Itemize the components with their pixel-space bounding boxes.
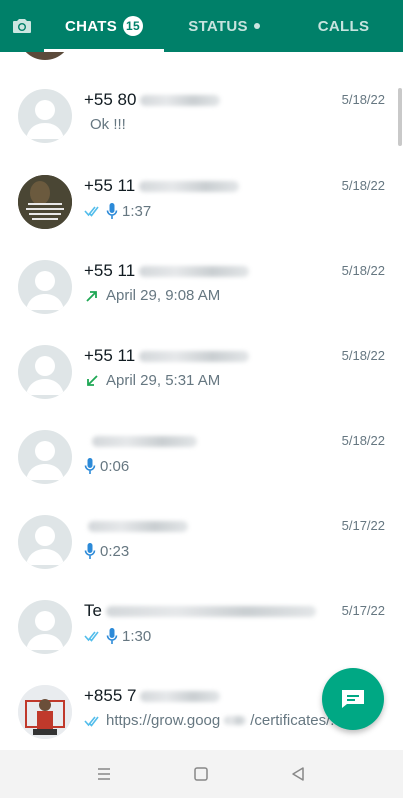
new-chat-icon bbox=[342, 690, 364, 708]
contact-name: +855 7 bbox=[84, 686, 221, 706]
chat-row[interactable]: +55 80 5/18/22 Ok !!! bbox=[0, 74, 403, 159]
microphone-icon bbox=[84, 543, 96, 559]
microphone-icon bbox=[106, 628, 118, 644]
contact-name: +55 11 bbox=[84, 176, 240, 196]
contact-name: +55 11 bbox=[84, 261, 250, 281]
chat-date: 5/18/22 bbox=[341, 263, 385, 278]
chat-date: 5/17/22 bbox=[341, 518, 385, 533]
chat-row[interactable]: +55 11 5/18/22 1:37 bbox=[0, 160, 403, 245]
default-avatar-icon bbox=[18, 600, 72, 654]
avatar bbox=[18, 175, 72, 229]
chat-row[interactable]: 5/18/22 0:06 bbox=[0, 415, 403, 500]
chat-date: 5/17/22 bbox=[341, 603, 385, 618]
call-info: April 29, 9:08 AM bbox=[84, 287, 220, 304]
chat-row[interactable]: +55 11 5/18/22 April 29, 9:08 AM bbox=[0, 245, 403, 330]
default-avatar-icon bbox=[18, 515, 72, 569]
double-check-icon bbox=[84, 206, 99, 217]
top-app-bar: CHATS 15 STATUS CALLS bbox=[0, 0, 403, 52]
tab-chats[interactable]: CHATS 15 bbox=[44, 0, 164, 52]
tab-chats-label: CHATS bbox=[64, 17, 118, 35]
call-info: April 29, 5:31 AM bbox=[84, 372, 220, 389]
microphone-icon bbox=[106, 203, 118, 219]
unread-count-badge: 15 bbox=[123, 16, 144, 36]
avatar bbox=[18, 685, 72, 739]
tab-calls-label: CALLS bbox=[317, 17, 370, 35]
message-preview: 0:06 bbox=[84, 457, 129, 475]
camera-icon[interactable] bbox=[10, 14, 34, 38]
message-preview: 1:30 bbox=[84, 627, 151, 645]
chat-row[interactable]: Te 5/17/22 1:30 bbox=[0, 585, 403, 670]
chat-row[interactable]: +55 11 5/18/22 April 29, 5:31 AM bbox=[0, 330, 403, 415]
message-preview: 0:23 bbox=[84, 542, 129, 560]
tab-status-label: STATUS bbox=[188, 17, 248, 35]
tab-calls[interactable]: CALLS bbox=[284, 0, 403, 52]
double-check-icon bbox=[84, 631, 99, 642]
contact-name bbox=[84, 431, 197, 451]
tab-status[interactable]: STATUS bbox=[164, 0, 284, 52]
chat-date: 5/18/22 bbox=[341, 433, 385, 448]
message-preview: Ok !!! bbox=[90, 116, 126, 133]
contact-name bbox=[84, 516, 188, 536]
chat-date: 5/18/22 bbox=[341, 348, 385, 363]
default-avatar-icon bbox=[18, 430, 72, 484]
contact-name: +55 11 bbox=[84, 346, 250, 366]
system-navigation-bar bbox=[0, 750, 403, 798]
chat-date: 5/18/22 bbox=[341, 178, 385, 193]
chat-list[interactable]: +55 80 5/18/22 Ok !!! +55 11 5/18/22 1:3… bbox=[0, 52, 403, 750]
contact-name: Te bbox=[84, 601, 316, 621]
scrollbar[interactable] bbox=[398, 88, 402, 146]
double-check-icon bbox=[84, 715, 99, 727]
default-avatar-icon bbox=[18, 89, 72, 143]
chat-date: 5/18/22 bbox=[341, 92, 385, 107]
default-avatar-icon bbox=[18, 345, 72, 399]
contact-name: +55 80 bbox=[84, 90, 221, 110]
default-avatar-icon bbox=[18, 260, 72, 314]
message-preview: 1:37 bbox=[84, 202, 151, 220]
home-icon[interactable] bbox=[191, 764, 211, 784]
outgoing-call-arrow-icon bbox=[86, 290, 97, 302]
message-preview: https://grow.goog/certificates/... bbox=[84, 712, 343, 729]
menu-icon[interactable] bbox=[94, 764, 114, 784]
chat-row[interactable]: 5/17/22 0:23 bbox=[0, 500, 403, 585]
avatar bbox=[18, 52, 72, 60]
incoming-call-arrow-icon bbox=[87, 374, 98, 386]
microphone-icon bbox=[84, 458, 96, 474]
back-icon[interactable] bbox=[288, 764, 308, 784]
status-update-dot bbox=[253, 23, 260, 29]
new-chat-button[interactable] bbox=[322, 668, 384, 730]
